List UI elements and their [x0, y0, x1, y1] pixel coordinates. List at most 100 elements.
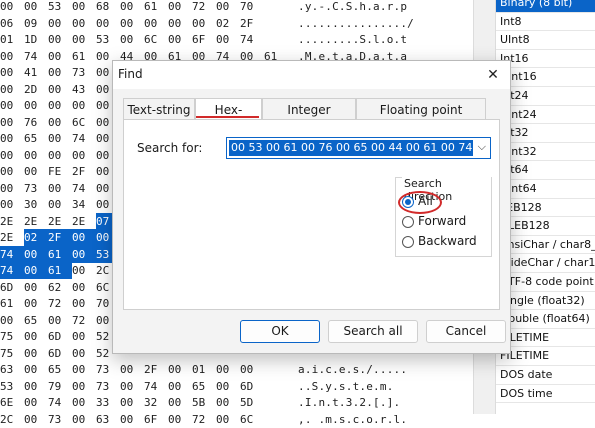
- hex-byte[interactable]: 02: [216, 15, 240, 32]
- hex-byte[interactable]: 2D: [24, 81, 48, 98]
- hex-byte[interactable]: 00: [48, 196, 72, 213]
- tab-integer-number[interactable]: Integer number: [262, 98, 356, 139]
- hex-byte[interactable]: 65: [192, 378, 216, 395]
- hex-byte[interactable]: 74: [0, 245, 24, 263]
- hex-byte[interactable]: 62: [48, 279, 72, 296]
- ascii-row[interactable]: .........S.l.o.t: [298, 31, 407, 48]
- type-list-item[interactable]: Int8: [496, 13, 595, 32]
- hex-byte[interactable]: 6E: [0, 394, 24, 411]
- chevron-down-icon[interactable]: ⌵: [478, 140, 486, 154]
- hex-byte[interactable]: 41: [24, 64, 48, 81]
- hex-byte[interactable]: 6F: [192, 31, 216, 48]
- hex-byte[interactable]: 00: [240, 361, 264, 378]
- hex-byte[interactable]: 00: [0, 163, 24, 180]
- search-all-button[interactable]: Search all: [328, 320, 418, 343]
- hex-byte[interactable]: 00: [168, 361, 192, 378]
- hex-byte[interactable]: 00: [48, 64, 72, 81]
- hex-byte[interactable]: 00: [0, 114, 24, 131]
- hex-byte[interactable]: 00: [72, 0, 96, 15]
- hex-byte[interactable]: 00: [48, 130, 72, 147]
- hex-byte[interactable]: 6D: [0, 279, 24, 296]
- hex-byte[interactable]: 73: [24, 180, 48, 197]
- hex-byte[interactable]: 00: [72, 378, 96, 395]
- hex-byte[interactable]: 75: [0, 345, 24, 362]
- ascii-row[interactable]: ..S.y.s.t.e.m.: [298, 378, 394, 395]
- hex-byte[interactable]: 00: [24, 328, 48, 345]
- hex-byte[interactable]: 1D: [24, 31, 48, 48]
- hex-row[interactable]: 2C 00 73 00 63 00 6F 00 72 00 6C: [0, 411, 264, 428]
- hex-byte[interactable]: 00: [120, 411, 144, 428]
- hex-byte[interactable]: 72: [192, 411, 216, 428]
- hex-byte[interactable]: 00: [0, 64, 24, 81]
- ascii-row[interactable]: a.i.c.e.s./.....: [298, 361, 407, 378]
- hex-byte[interactable]: 6D: [48, 328, 72, 345]
- hex-byte[interactable]: 00: [72, 262, 96, 279]
- hex-byte[interactable]: 00: [216, 31, 240, 48]
- radio-forward-label[interactable]: Forward: [418, 214, 466, 228]
- hex-byte[interactable]: FE: [48, 163, 72, 180]
- hex-byte[interactable]: 2E: [0, 229, 24, 246]
- hex-byte[interactable]: 00: [72, 345, 96, 362]
- hex-row[interactable]: 63 00 65 00 73 00 2F 00 01 00 00: [0, 361, 264, 378]
- hex-byte[interactable]: 00: [72, 295, 96, 312]
- hex-byte[interactable]: 00: [48, 114, 72, 131]
- hex-byte[interactable]: 2F: [240, 15, 264, 32]
- hex-byte[interactable]: 00: [168, 15, 192, 32]
- hex-byte[interactable]: 00: [216, 378, 240, 395]
- hex-byte[interactable]: 00: [0, 180, 24, 197]
- hex-byte[interactable]: 01: [0, 31, 24, 48]
- hex-byte[interactable]: 65: [48, 361, 72, 378]
- hex-byte[interactable]: 6C: [72, 114, 96, 131]
- hex-byte[interactable]: 74: [48, 394, 72, 411]
- hex-byte[interactable]: 00: [120, 15, 144, 32]
- hex-byte[interactable]: 70: [240, 0, 264, 15]
- hex-byte[interactable]: 00: [24, 345, 48, 362]
- ascii-row[interactable]: .y.-.C.S.h.a.r.p: [298, 0, 407, 15]
- hex-byte[interactable]: 00: [48, 147, 72, 164]
- hex-byte[interactable]: 73: [96, 378, 120, 395]
- hex-byte[interactable]: 00: [0, 97, 24, 114]
- hex-byte[interactable]: 00: [48, 48, 72, 65]
- hex-byte[interactable]: 00: [24, 394, 48, 411]
- hex-byte[interactable]: 74: [24, 48, 48, 65]
- hex-byte[interactable]: 00: [72, 31, 96, 48]
- hex-byte[interactable]: 00: [24, 163, 48, 180]
- hex-byte[interactable]: 00: [120, 378, 144, 395]
- hex-byte[interactable]: 73: [72, 64, 96, 81]
- hex-byte[interactable]: 00: [0, 81, 24, 98]
- hex-byte[interactable]: 74: [144, 378, 168, 395]
- hex-byte[interactable]: 33: [96, 394, 120, 411]
- hex-byte[interactable]: 01: [192, 361, 216, 378]
- hex-byte[interactable]: 06: [0, 15, 24, 32]
- hex-byte[interactable]: 00: [24, 147, 48, 164]
- hex-byte[interactable]: 65: [24, 130, 48, 147]
- hex-byte[interactable]: 61: [48, 245, 72, 263]
- hex-byte[interactable]: 61: [0, 295, 24, 312]
- hex-byte[interactable]: 00: [168, 31, 192, 48]
- close-icon[interactable]: ✕: [482, 64, 504, 86]
- hex-byte[interactable]: 00: [72, 245, 96, 263]
- hex-byte[interactable]: 61: [72, 48, 96, 65]
- hex-byte[interactable]: 00: [168, 394, 192, 411]
- hex-byte[interactable]: 2C: [0, 411, 24, 428]
- ascii-row[interactable]: .I.n.t.3.2.[.].: [298, 394, 400, 411]
- hex-byte[interactable]: 53: [0, 378, 24, 395]
- hex-byte[interactable]: 00: [72, 15, 96, 32]
- hex-byte[interactable]: 53: [48, 0, 72, 15]
- hex-byte[interactable]: 00: [120, 0, 144, 15]
- ok-button[interactable]: OK: [240, 320, 320, 343]
- hex-byte[interactable]: 2E: [48, 213, 72, 230]
- hex-byte[interactable]: 73: [96, 361, 120, 378]
- radio-forward[interactable]: [402, 216, 414, 228]
- hex-row[interactable]: 01 1D 00 00 53 00 6C 00 6F 00 74: [0, 31, 264, 48]
- hex-byte[interactable]: 73: [48, 411, 72, 428]
- hex-byte[interactable]: 74: [72, 180, 96, 197]
- hex-byte[interactable]: 00: [72, 279, 96, 296]
- hex-byte[interactable]: 00: [48, 180, 72, 197]
- hex-byte[interactable]: 00: [48, 97, 72, 114]
- hex-byte[interactable]: 00: [72, 328, 96, 345]
- hex-byte[interactable]: 00: [0, 147, 24, 164]
- hex-byte[interactable]: 63: [0, 361, 24, 378]
- radio-backward-label[interactable]: Backward: [418, 234, 477, 248]
- hex-byte[interactable]: 00: [72, 229, 96, 246]
